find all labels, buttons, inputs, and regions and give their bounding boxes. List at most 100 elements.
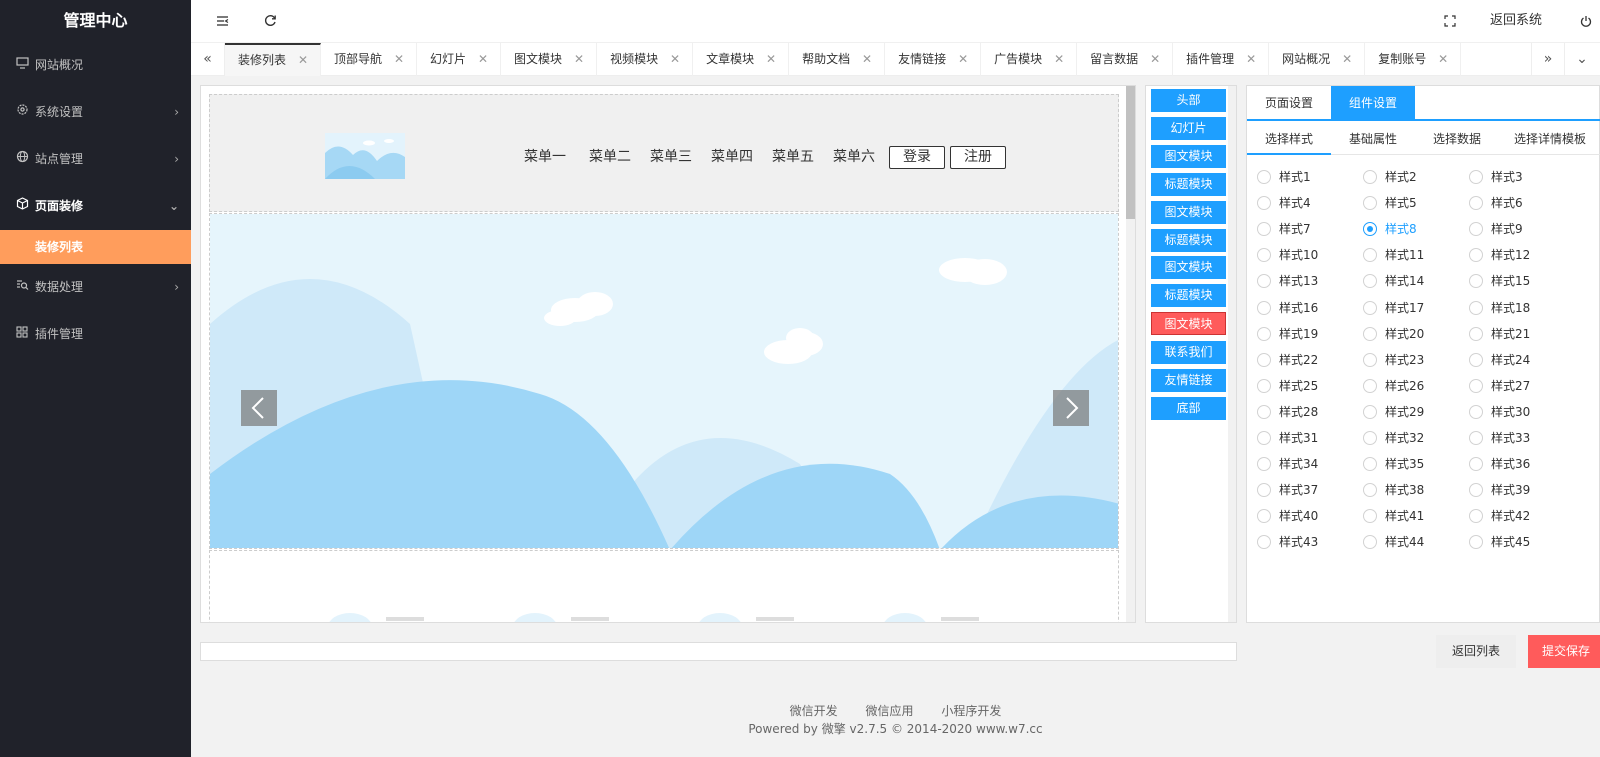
sidebar-item-site-management[interactable]: 站点管理 ›	[0, 136, 191, 183]
close-icon[interactable]: ✕	[1054, 43, 1064, 76]
close-icon[interactable]: ✕	[1150, 43, 1160, 76]
module-button[interactable]: 图文模块	[1151, 201, 1226, 224]
back-to-list-button[interactable]: 返回列表	[1436, 635, 1516, 668]
style-radio-label: 样式45	[1491, 535, 1531, 549]
module-button[interactable]: 友情链接	[1151, 369, 1226, 392]
module-button[interactable]: 头部	[1151, 89, 1226, 112]
radio-circle-icon	[1363, 170, 1377, 184]
sidebar-item-plugin-management[interactable]: 插件管理	[0, 311, 191, 358]
tab-site-overview[interactable]: 网站概况 ✕	[1269, 43, 1366, 76]
module-button[interactable]: 联系我们	[1151, 341, 1226, 364]
power-icon[interactable]	[1580, 0, 1592, 42]
radio-circle-icon	[1257, 483, 1271, 497]
back-system-link[interactable]: 返回系统	[1490, 0, 1542, 42]
preview-menu-item[interactable]: 菜单四	[711, 146, 753, 166]
subtab-basic-props[interactable]: 基础属性	[1331, 123, 1415, 155]
close-icon[interactable]: ✕	[1438, 43, 1448, 76]
top-header: 返回系统	[191, 0, 1600, 42]
sidebar-item-data-processing[interactable]: 数据处理 ›	[0, 264, 191, 311]
style-radio-label: 样式23	[1385, 353, 1425, 367]
module-button[interactable]: 标题模块	[1151, 229, 1226, 252]
preview-menu-item[interactable]: 菜单六	[833, 146, 875, 166]
preview-register-button[interactable]: 注册	[950, 146, 1006, 169]
preview-header-block[interactable]: 菜单一 菜单二 菜单三 菜单四 菜单五 菜单六 登录 注册	[209, 94, 1119, 212]
preview-scrollbar-thumb[interactable]	[1126, 86, 1135, 219]
module-list-scrollbar[interactable]	[1228, 86, 1236, 622]
preview-login-button[interactable]: 登录	[889, 146, 945, 169]
module-button[interactable]: 标题模块	[1151, 284, 1226, 307]
style-radio-label: 样式14	[1385, 274, 1425, 288]
preview-image-text-block[interactable]	[209, 550, 1119, 622]
close-icon[interactable]: ✕	[862, 43, 872, 76]
preview-scrollbar[interactable]	[1126, 86, 1135, 622]
close-icon[interactable]: ✕	[574, 43, 584, 76]
footer-links: 微信开发 微信应用 小程序开发	[191, 702, 1600, 719]
tab-messages[interactable]: 留言数据 ✕	[1077, 43, 1174, 76]
close-icon[interactable]: ✕	[1342, 43, 1352, 76]
footer-link[interactable]: 微信开发	[790, 704, 838, 718]
style-radio-label: 样式26	[1385, 379, 1425, 393]
gear-icon	[15, 89, 29, 136]
module-button-selected[interactable]: 图文模块	[1151, 312, 1226, 335]
tab-article[interactable]: 文章模块 ✕	[693, 43, 790, 76]
footer-link[interactable]: 小程序开发	[941, 704, 1001, 718]
footer-link[interactable]: 微信应用	[865, 704, 913, 718]
chevron-right-icon: ›	[174, 280, 179, 294]
tab-image-text[interactable]: 图文模块 ✕	[501, 43, 598, 76]
tab-ads[interactable]: 广告模块 ✕	[981, 43, 1078, 76]
module-button[interactable]: 图文模块	[1151, 145, 1226, 168]
tab-page-settings[interactable]: 页面设置	[1247, 86, 1331, 121]
close-icon[interactable]: ✕	[394, 43, 404, 76]
sidebar-item-page-decoration[interactable]: 页面装修 ⌄	[0, 183, 191, 230]
sidebar-item-site-overview[interactable]: 网站概况	[0, 42, 191, 89]
tab-help-docs[interactable]: 帮助文档 ✕	[789, 43, 886, 76]
fullscreen-icon[interactable]	[1444, 0, 1456, 42]
radio-circle-icon	[1363, 301, 1377, 315]
subtab-select-style[interactable]: 选择样式	[1247, 123, 1331, 155]
style-radio-label: 样式12	[1491, 248, 1531, 262]
sidebar-subitem-decoration-list[interactable]: 装修列表	[0, 230, 191, 264]
tab-label: 广告模块	[994, 52, 1043, 66]
preview-menu-item[interactable]: 菜单五	[772, 146, 814, 166]
preview-menu-item[interactable]: 菜单三	[650, 146, 692, 166]
tab-top-nav[interactable]: 顶部导航 ✕	[321, 43, 418, 76]
module-button[interactable]: 图文模块	[1151, 256, 1226, 279]
style-radio-label: 样式25	[1279, 379, 1319, 393]
style-radio-label: 样式33	[1491, 431, 1531, 445]
module-button[interactable]: 标题模块	[1151, 173, 1226, 196]
tab-plugins[interactable]: 插件管理 ✕	[1173, 43, 1270, 76]
collapse-menu-icon[interactable]	[216, 0, 229, 42]
tabs-dropdown-icon[interactable]: ⌄	[1565, 43, 1599, 76]
tab-decoration-list[interactable]: 装修列表 ✕	[225, 43, 322, 76]
preview-menu-item[interactable]: 菜单二	[589, 146, 631, 166]
close-icon[interactable]: ✕	[670, 43, 680, 76]
radio-circle-icon	[1469, 431, 1483, 445]
slide-prev-arrow-icon[interactable]	[241, 390, 277, 426]
preview-menu-item[interactable]: 菜单一	[524, 146, 566, 166]
tab-friend-links[interactable]: 友情链接 ✕	[885, 43, 982, 76]
close-icon[interactable]: ✕	[958, 43, 968, 76]
tab-copy-account[interactable]: 复制账号 ✕	[1365, 43, 1462, 76]
style-radio-label: 样式29	[1385, 405, 1425, 419]
tabs-scroll-right-icon[interactable]: »	[1531, 43, 1565, 76]
subtab-select-data[interactable]: 选择数据	[1415, 123, 1499, 155]
close-icon[interactable]: ✕	[1246, 43, 1256, 76]
sidebar-item-system-settings[interactable]: 系统设置 ›	[0, 89, 191, 136]
close-icon[interactable]: ✕	[478, 43, 488, 76]
tab-video[interactable]: 视频模块 ✕	[597, 43, 694, 76]
tab-slideshow[interactable]: 幻灯片 ✕	[417, 43, 502, 76]
close-icon[interactable]: ✕	[766, 43, 776, 76]
close-icon[interactable]: ✕	[298, 45, 308, 76]
progress-bar	[200, 642, 1237, 661]
sidebar-item-label: 数据处理	[35, 280, 84, 294]
submit-save-button[interactable]: 提交保存	[1528, 635, 1600, 668]
module-button[interactable]: 底部	[1151, 397, 1226, 420]
tabs-scroll-left-icon[interactable]: «	[191, 43, 225, 76]
slide-next-arrow-icon[interactable]	[1053, 390, 1089, 426]
radio-circle-icon	[1469, 196, 1483, 210]
subtab-detail-template[interactable]: 选择详情模板	[1499, 123, 1600, 155]
refresh-icon[interactable]	[264, 0, 277, 42]
tab-component-settings[interactable]: 组件设置	[1331, 86, 1415, 121]
module-button[interactable]: 幻灯片	[1151, 117, 1226, 140]
preview-slideshow-block[interactable]	[209, 213, 1119, 549]
